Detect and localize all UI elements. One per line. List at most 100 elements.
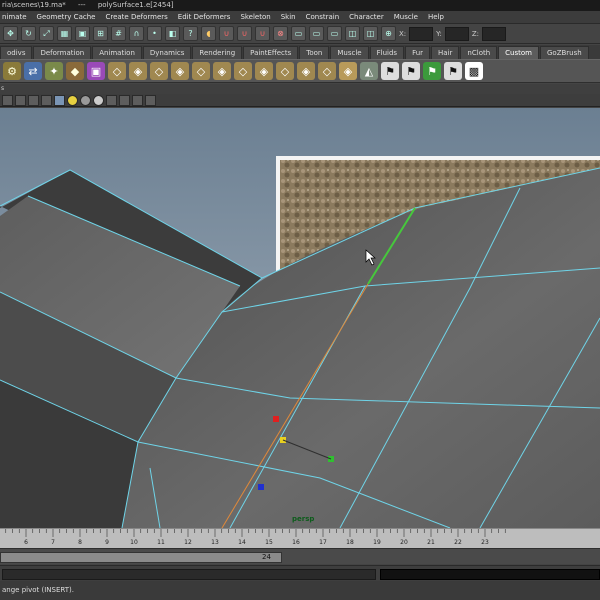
manipulator-blue-handle[interactable] [258, 484, 264, 490]
tab-fur[interactable]: Fur [405, 46, 431, 59]
tab-fluids[interactable]: Fluids [369, 46, 405, 59]
select-object-icon[interactable]: ▣ [75, 26, 90, 41]
shelf-tool-icon[interactable]: ◇ [108, 62, 126, 80]
shelf-tool-icon[interactable]: ◈ [297, 62, 315, 80]
status-line: ✥ ↻ ⤢ ▦ ▣ ⊞ # ∩ • ◧ ? ◖ ∪ ∪ ∪ ⊗ ▭ ▭ ▭ ◫ … [0, 24, 600, 44]
texture-icon[interactable] [93, 94, 104, 106]
snap-curve-icon[interactable]: ∩ [129, 26, 144, 41]
scale-tool-icon[interactable]: ⤢ [39, 26, 54, 41]
toggle-panel-icon[interactable]: ◫ [363, 26, 378, 41]
time-tick-label: 15 [265, 539, 273, 546]
tab-muscle[interactable]: Muscle [330, 46, 369, 59]
checker-tool-icon[interactable]: ⚑ [381, 62, 399, 80]
menu-character[interactable]: Character [349, 13, 384, 21]
wireframe-icon[interactable] [28, 94, 39, 106]
shelf-tool-icon[interactable]: ◆ [66, 62, 84, 80]
shelf-tool-icon[interactable]: ◇ [150, 62, 168, 80]
history-icon[interactable]: ◖ [201, 26, 216, 41]
render-icon[interactable]: ⊗ [273, 26, 288, 41]
select-hierarchy-icon[interactable]: ▦ [57, 26, 72, 41]
snap-plane-icon[interactable]: ◧ [165, 26, 180, 41]
snap-point-icon[interactable]: • [147, 26, 162, 41]
shelf-tool-icon[interactable]: ◇ [192, 62, 210, 80]
tab-animation[interactable]: Animation [92, 46, 142, 59]
checker-tool-icon[interactable]: ⚑ [423, 62, 441, 80]
checker-tool-icon[interactable]: ⚑ [444, 62, 462, 80]
toggle-panel-icon[interactable]: ◫ [345, 26, 360, 41]
shelf-tool-icon[interactable]: ◈ [255, 62, 273, 80]
gear-tool-icon[interactable]: ⚙ [3, 62, 21, 80]
z-field[interactable] [482, 26, 507, 41]
shelf-tool-icon[interactable]: ◈ [171, 62, 189, 80]
menu-create-deformers[interactable]: Create Deformers [105, 13, 167, 21]
camera-icon[interactable] [2, 94, 13, 106]
magnet-icon[interactable]: ∪ [219, 26, 234, 41]
shelf-tool-icon[interactable]: ◇ [276, 62, 294, 80]
shadow-icon[interactable] [80, 94, 91, 106]
panel-menu-fragment[interactable]: s [1, 85, 4, 92]
transform-field-icon[interactable]: ⊕ [381, 26, 396, 41]
time-tick-label: 22 [454, 539, 462, 546]
magnet-icon[interactable]: ∪ [255, 26, 270, 41]
time-tick-label: 8 [78, 539, 82, 546]
3d-viewport[interactable]: persp [0, 108, 600, 528]
shelf-tool-icon[interactable]: ⇄ [24, 62, 42, 80]
frame-icon[interactable] [132, 94, 143, 106]
menu-skin[interactable]: Skin [281, 13, 296, 21]
x-field[interactable] [409, 26, 434, 41]
ipr-render-icon[interactable]: ▭ [309, 26, 324, 41]
shelf-tool-icon[interactable]: ✦ [45, 62, 63, 80]
shelf-tabs: odivs Deformation Animation Dynamics Ren… [0, 45, 600, 59]
help-icon[interactable]: ? [183, 26, 198, 41]
render-settings-icon[interactable]: ▭ [327, 26, 342, 41]
shelf-tool-icon[interactable]: ◈ [339, 62, 357, 80]
range-slider-bar[interactable] [0, 552, 282, 563]
menu-muscle[interactable]: Muscle [394, 13, 418, 21]
menu-help[interactable]: Help [428, 13, 444, 21]
shelf-tool-icon[interactable]: ◇ [318, 62, 336, 80]
range-end-field[interactable]: 24 [262, 553, 271, 561]
command-input[interactable] [2, 569, 376, 580]
tab-deformation[interactable]: Deformation [33, 46, 92, 59]
help-line: ange pivot (INSERT). [0, 581, 600, 600]
resolution-gate-icon[interactable] [145, 94, 156, 106]
shelf-tool-icon[interactable]: ◇ [234, 62, 252, 80]
smooth-shade-icon[interactable] [54, 94, 65, 106]
render-view-icon[interactable]: ▭ [291, 26, 306, 41]
grid-icon[interactable] [15, 94, 26, 106]
checker-tool-icon[interactable]: ⚑ [402, 62, 420, 80]
tab-ncloth[interactable]: nCloth [460, 46, 498, 59]
manipulator-red-handle[interactable] [273, 416, 279, 422]
menu-constrain[interactable]: Constrain [306, 13, 340, 21]
move-tool-icon[interactable]: ✥ [3, 26, 18, 41]
rotate-tool-icon[interactable]: ↻ [21, 26, 36, 41]
y-field[interactable] [444, 26, 469, 41]
isolate-icon[interactable] [119, 94, 130, 106]
tab-custom[interactable]: Custom [498, 46, 539, 59]
tab-painteffects[interactable]: PaintEffects [243, 46, 299, 59]
main-menu-bar: nimate Geometry Cache Create Deformers E… [0, 11, 600, 24]
menu-skeleton[interactable]: Skeleton [240, 13, 270, 21]
shelf-tool-icon[interactable]: ◈ [129, 62, 147, 80]
shelf-tool-icon[interactable]: ◭ [360, 62, 378, 80]
tab-subdivs[interactable]: odivs [0, 46, 33, 59]
xray-icon[interactable] [106, 94, 117, 106]
snap-grid-icon[interactable]: # [111, 26, 126, 41]
tab-hair[interactable]: Hair [431, 46, 460, 59]
time-slider[interactable]: 6 7 8 9 10 11 12 13 14 15 16 17 18 19 20 21 22 23 [0, 528, 600, 548]
light-icon[interactable] [67, 94, 78, 106]
tab-rendering[interactable]: Rendering [192, 46, 243, 59]
checker-tool-icon[interactable]: ▩ [465, 62, 483, 80]
tab-toon[interactable]: Toon [299, 46, 330, 59]
time-tick-label: 18 [346, 539, 354, 546]
menu-edit-deformers[interactable]: Edit Deformers [178, 13, 231, 21]
menu-animate[interactable]: nimate [2, 13, 27, 21]
tab-dynamics[interactable]: Dynamics [142, 46, 192, 59]
magnet-icon[interactable]: ∪ [237, 26, 252, 41]
select-component-icon[interactable]: ⊞ [93, 26, 108, 41]
shelf-tool-icon[interactable]: ◈ [213, 62, 231, 80]
menu-geometry-cache[interactable]: Geometry Cache [37, 13, 96, 21]
tab-gozbrush[interactable]: GoZBrush [539, 46, 589, 59]
smooth-shade-icon[interactable] [41, 94, 52, 106]
cube-icon[interactable]: ▣ [87, 62, 105, 80]
